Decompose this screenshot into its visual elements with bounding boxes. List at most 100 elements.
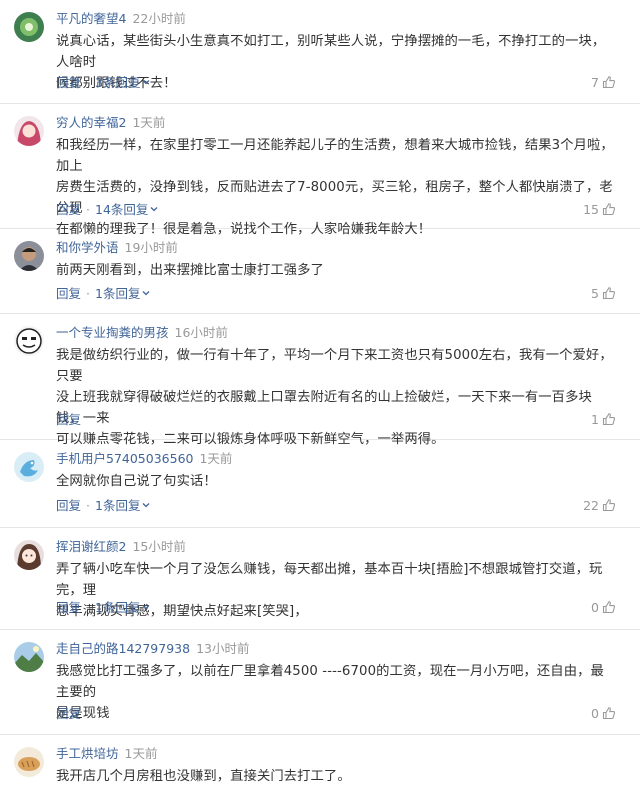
view-replies-button[interactable]: 3条回复: [95, 75, 150, 90]
like-count: 5: [591, 286, 599, 301]
like-button[interactable]: 15: [583, 201, 616, 219]
chevron-down-icon: [142, 605, 150, 610]
separator-dot: ·: [86, 600, 90, 615]
like-count: 15: [583, 202, 599, 217]
comment-item: 走自己的路142797938 13小时前我感觉比打工强多了，以前在厂里拿着4500…: [0, 630, 640, 735]
comment-item: 手工烘培坊 1天前我开店几个月房租也没赚到，直接关门去打工了。: [0, 735, 640, 787]
view-replies-button[interactable]: 1条回复: [95, 286, 150, 301]
thumbs-up-icon[interactable]: [602, 202, 616, 216]
comment-time: 1天前: [124, 746, 158, 761]
like-button[interactable]: 22: [583, 497, 616, 515]
reply-button[interactable]: 回复: [56, 706, 81, 721]
username-link[interactable]: 手工烘培坊: [56, 746, 119, 761]
like-button[interactable]: 0: [591, 705, 616, 723]
view-replies-button[interactable]: 14条回复: [95, 202, 158, 217]
avatar[interactable]: [14, 326, 44, 356]
like-button[interactable]: 7: [591, 74, 616, 92]
reply-button[interactable]: 回复: [56, 498, 81, 513]
reply-button[interactable]: 回复: [56, 202, 81, 217]
chevron-down-icon: [142, 80, 150, 85]
avatar[interactable]: [14, 12, 44, 42]
username-link[interactable]: 走自己的路142797938: [56, 641, 190, 656]
comment-text-line: 弄了辆小吃车快一个月了没怎么赚钱，每天都出摊，基本百十块[捂脸]不想跟城管打交道…: [56, 562, 603, 598]
comment-header: 和你学外语 19小时前: [56, 239, 178, 257]
separator-dot: ·: [86, 202, 90, 217]
avatar[interactable]: [14, 642, 44, 672]
reply-button[interactable]: 回复: [56, 600, 81, 615]
comment-time: 13小时前: [196, 641, 250, 656]
username-link[interactable]: 挥泪谢红颜2: [56, 539, 126, 554]
comment-item: 和你学外语 19小时前 前两天刚看到，出来摆摊比富士康打工强多了 回复 · 1条回复 5: [0, 229, 640, 314]
comment-time: 16小时前: [174, 325, 228, 340]
comment-text-line: 说真心话，某些街头小生意真不如打工，别听某些人说，宁挣摆摊的一毛，不挣打工的一块…: [56, 34, 606, 70]
avatar[interactable]: [14, 452, 44, 482]
comment-header: 平凡的奢望4 22小时前: [56, 10, 186, 28]
view-replies-button[interactable]: 1条回复: [95, 498, 150, 513]
thumbs-up-icon[interactable]: [602, 412, 616, 426]
thumbs-up-icon[interactable]: [602, 286, 616, 300]
comment-footer: 回复 · 1条回复 0: [56, 599, 616, 617]
comment-header: 手机用户57405036560 1天前: [56, 450, 232, 468]
comment-text-line: 前两天刚看到，出来摆摊比富士康打工强多了: [56, 263, 324, 278]
comment-text: 和我经历一样，在家里打零工一月还能养起儿子的生活费，想着来大城市捡钱，结果3个月…: [56, 135, 614, 240]
avatar[interactable]: [14, 116, 44, 146]
view-replies-label: 1条回复: [95, 498, 141, 513]
chevron-down-icon: [142, 291, 150, 296]
like-count: 22: [583, 498, 599, 513]
comment-text: 我是做纺织行业的，做一行有十年了，平均一个月下来工资也只有5000左右，我有一个…: [56, 345, 614, 450]
comment-text: 全网就你自己说了句实话！: [56, 471, 614, 492]
comment-text-line: 我感觉比打工强多了，以前在厂里拿着4500 ----6700的工资，现在一月小万…: [56, 664, 604, 700]
comment-footer: 回复 · 1条回复 5: [56, 285, 616, 303]
thumbs-up-icon[interactable]: [602, 498, 616, 512]
comment-list: 平凡的奢望4 22小时前说真心话，某些街头小生意真不如打工，别听某些人说，宁挣摆摊…: [0, 0, 640, 787]
comment-text-line: 我是做纺织行业的，做一行有十年了，平均一个月下来工资也只有5000左右，我有一个…: [56, 348, 613, 384]
reply-button[interactable]: 回复: [56, 412, 81, 427]
comment-time: 22小时前: [132, 11, 186, 26]
view-replies-label: 14条回复: [95, 202, 149, 217]
comment-text-line: 我开店几个月房租也没赚到，直接关门去打工了。: [56, 769, 351, 784]
view-replies-label: 1条回复: [95, 286, 141, 301]
like-count: 7: [591, 75, 599, 90]
comment-header: 一个专业掏粪的男孩 16小时前: [56, 324, 228, 342]
comment-item: 一个专业掏粪的男孩 16小时前我是做纺织行业的，做一行有十年了，平均一个月下来工资…: [0, 314, 640, 447]
reply-button[interactable]: 回复: [56, 286, 81, 301]
comment-footer: 回复 1: [56, 411, 616, 429]
username-link[interactable]: 手机用户57405036560: [56, 451, 193, 466]
separator-dot: ·: [86, 75, 90, 90]
comment-item: 平凡的奢望4 22小时前说真心话，某些街头小生意真不如打工，别听某些人说，宁挣摆摊…: [0, 0, 640, 104]
thumbs-up-icon[interactable]: [602, 600, 616, 614]
comment-item: 穷人的幸福2 1天前和我经历一样，在家里打零工一月还能养起儿子的生活费，想着来大城…: [0, 104, 640, 237]
avatar[interactable]: [14, 540, 44, 570]
like-button[interactable]: 0: [591, 599, 616, 617]
comment-header: 穷人的幸福2 1天前: [56, 114, 165, 132]
like-button[interactable]: 5: [591, 285, 616, 303]
comment-footer: 回复 · 3条回复 7: [56, 74, 616, 92]
view-replies-button[interactable]: 1条回复: [95, 600, 150, 615]
reply-button[interactable]: 回复: [56, 75, 81, 90]
like-count: 0: [591, 600, 599, 615]
username-link[interactable]: 和你学外语: [56, 240, 119, 255]
comment-text-line: 全网就你自己说了句实话！: [56, 474, 217, 489]
username-link[interactable]: 穷人的幸福2: [56, 115, 126, 130]
view-replies-label: 3条回复: [95, 75, 141, 90]
thumbs-up-icon[interactable]: [602, 75, 616, 89]
chevron-down-icon: [142, 503, 150, 508]
comment-text: 前两天刚看到，出来摆摊比富士康打工强多了: [56, 260, 614, 281]
chevron-down-icon: [150, 207, 158, 212]
view-replies-label: 1条回复: [95, 600, 141, 615]
thumbs-up-icon[interactable]: [602, 706, 616, 720]
comment-footer: 回复 0: [56, 705, 616, 723]
separator-dot: ·: [86, 498, 90, 513]
comment-time: 1天前: [199, 451, 233, 466]
comment-time: 1天前: [132, 115, 166, 130]
like-count: 1: [591, 412, 599, 427]
comment-time: 15小时前: [132, 539, 186, 554]
comment-header: 挥泪谢红颜2 15小时前: [56, 538, 186, 556]
avatar[interactable]: [14, 241, 44, 271]
username-link[interactable]: 一个专业掏粪的男孩: [56, 325, 169, 340]
comment-header: 手工烘培坊 1天前: [56, 745, 157, 763]
avatar[interactable]: [14, 747, 44, 777]
like-count: 0: [591, 706, 599, 721]
like-button[interactable]: 1: [591, 411, 616, 429]
username-link[interactable]: 平凡的奢望4: [56, 11, 126, 26]
